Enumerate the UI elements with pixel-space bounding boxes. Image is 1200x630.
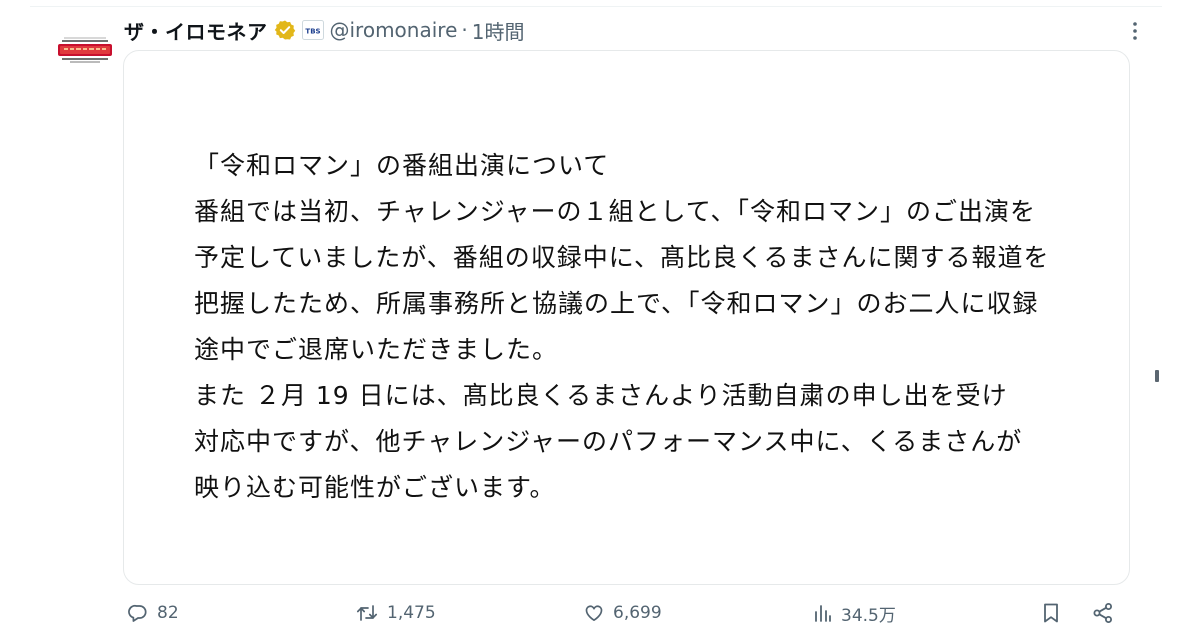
reply-count: 82 (157, 603, 179, 623)
more-vertical-icon (1133, 22, 1137, 40)
avatar-logo (56, 22, 114, 80)
action-bar: 82 1,475 6,699 34.5万 (124, 600, 1124, 626)
bookmark-button[interactable] (1042, 600, 1060, 626)
separator-dot: · (461, 18, 468, 42)
repost-icon (356, 605, 378, 621)
display-name[interactable]: ザ・イロモネア (124, 16, 268, 45)
statement-line: 「令和ロマン」の番組出演について (194, 151, 610, 180)
tweet-header: ザ・イロモネア TBS @iromonaire · 1時間 (124, 14, 524, 46)
views-icon (815, 605, 831, 622)
divider (30, 6, 1162, 7)
user-handle[interactable]: @iromonaire (330, 18, 458, 42)
more-button[interactable] (1122, 18, 1148, 44)
statement-line: また ２月 19 日には、髙比良くるまさんより活動自粛の申し出を受け (194, 381, 1008, 410)
like-icon (585, 605, 603, 622)
views-button[interactable]: 34.5万 (814, 600, 896, 626)
tweet-media-image[interactable]: 「令和ロマン」の番組出演について 番組では当初、チャレンジャーの１組として、「令… (123, 50, 1130, 585)
tweet: ザ・イロモネア TBS @iromonaire · 1時間 「令和ロマン」の番組… (0, 0, 1200, 630)
like-button[interactable]: 6,699 (584, 600, 662, 626)
scrollbar-thumb[interactable] (1155, 370, 1159, 382)
bookmark-icon (1044, 603, 1058, 623)
reply-icon (128, 604, 147, 622)
reply-button[interactable]: 82 (128, 600, 179, 626)
statement-line: 予定していましたが、番組の収録中に、髙比良くるまさんに関する報道を (194, 243, 1050, 272)
statement-line: 把握したため、所属事務所と協議の上で、「令和ロマン」のお二人に収録 (194, 289, 1039, 318)
share-button[interactable] (1092, 600, 1114, 626)
statement-line: 途中でご退席いただきました。 (194, 335, 559, 364)
view-count: 34.5万 (841, 605, 896, 626)
avatar[interactable] (56, 22, 114, 80)
statement-line: 番組では当初、チャレンジャーの１組として、「令和ロマン」のご出演を (194, 197, 1037, 226)
statement-line: 映り込む可能性がございます。 (194, 473, 556, 502)
statement-text: 「令和ロマン」の番組出演について 番組では当初、チャレンジャーの１組として、「令… (194, 143, 1094, 511)
repost-count: 1,475 (387, 603, 436, 623)
share-icon (1093, 603, 1112, 623)
affiliate-badge-text: TBS (305, 28, 320, 36)
verified-badge-icon (274, 19, 296, 41)
timestamp[interactable]: 1時間 (472, 16, 525, 45)
like-count: 6,699 (613, 603, 662, 623)
repost-button[interactable]: 1,475 (356, 600, 436, 626)
affiliate-badge-icon[interactable]: TBS (301, 20, 324, 40)
statement-line: 対応中ですが、他チャレンジャーのパフォーマンス中に、くるまさんが (194, 427, 1023, 456)
